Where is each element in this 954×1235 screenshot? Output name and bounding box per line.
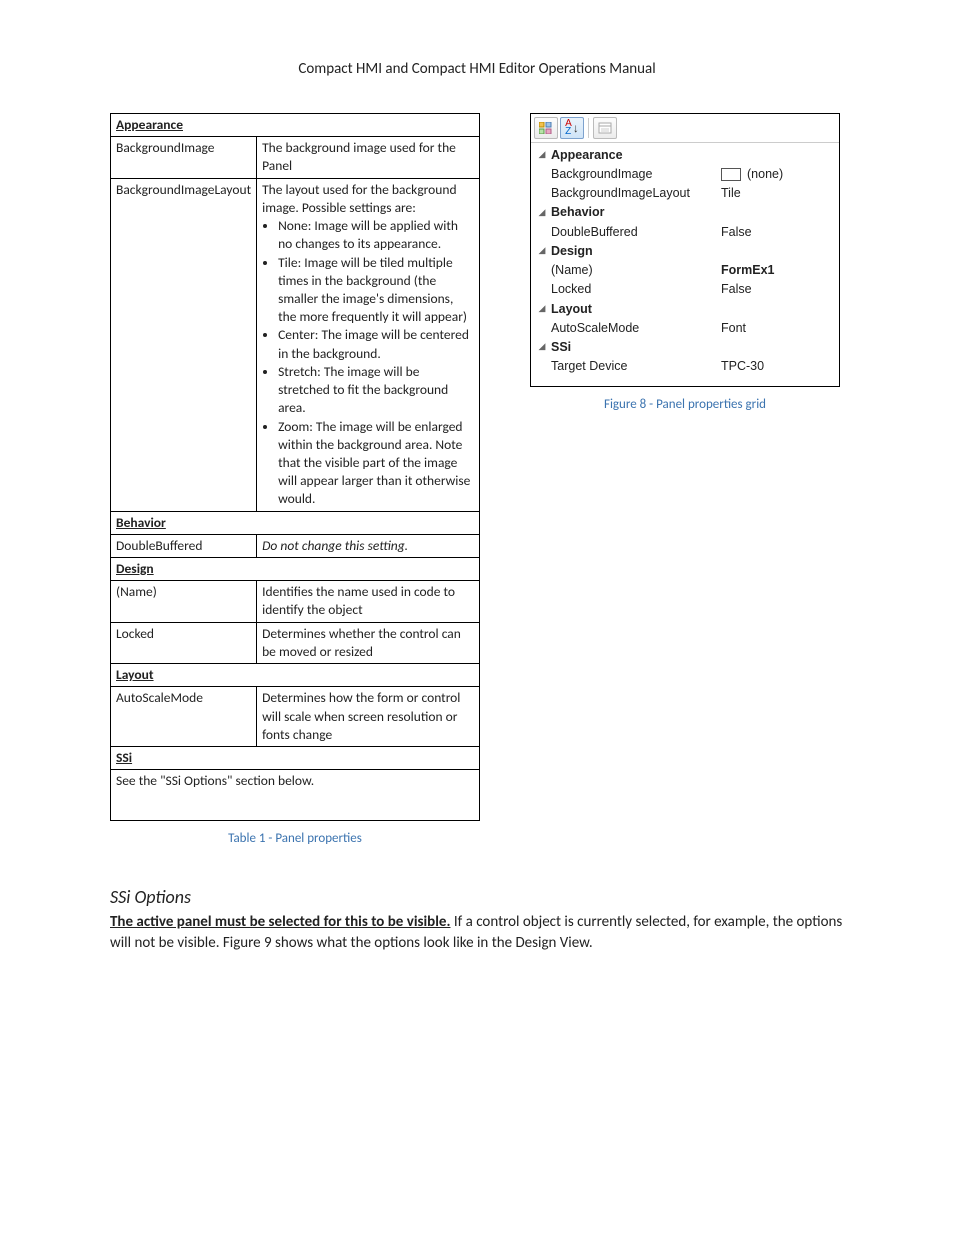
image-swatch-icon [721,168,741,181]
propgrid-row-doublebuffered[interactable]: DoubleBufferedFalse [531,222,839,241]
property-pages-icon[interactable] [593,117,617,139]
property-grid: AZ↓ ◢Appearance BackgroundImage(none) Ba… [530,113,840,387]
propgrid-row-bgimagelayout[interactable]: BackgroundImageLayoutTile [531,184,839,203]
collapse-icon[interactable]: ◢ [535,207,549,219]
row-locked-name: Locked [111,622,257,663]
collapse-icon[interactable]: ◢ [535,341,549,353]
list-item: None: Image will be applied with no chan… [278,217,474,253]
row-bgimagelayout-desc: The layout used for the background image… [257,178,480,511]
section-ssi: SSi [111,747,480,770]
collapse-icon[interactable]: ◢ [535,245,549,257]
row-ssi-text: See the "SSi Options" section below. [111,770,480,821]
table-caption: Table 1 - Panel properties [110,831,480,846]
row-doublebuffered-desc: Do not change this setting. [257,534,480,557]
propgrid-row-target[interactable]: Target DeviceTPC-30 [531,357,839,376]
collapse-icon[interactable]: ◢ [535,149,549,161]
alphabetical-icon[interactable]: AZ↓ [560,117,584,139]
propgrid-category-ssi[interactable]: ◢SSi [531,338,839,357]
propgrid-row-name[interactable]: (Name)FormEx1 [531,261,839,280]
page-header: Compact HMI and Compact HMI Editor Opera… [110,60,844,78]
ssi-options-heading: SSi Options [110,886,844,908]
section-design: Design [111,558,480,581]
list-item: Tile: Image will be tiled multiple times… [278,254,474,327]
section-layout: Layout [111,664,480,687]
row-name-name: (Name) [111,581,257,622]
propgrid-row-autoscale[interactable]: AutoScaleModeFont [531,318,839,337]
propgrid-row-bgimage[interactable]: BackgroundImage(none) [531,164,839,183]
propgrid-category-layout[interactable]: ◢Layout [531,299,839,318]
bgimagelayout-intro: The layout used for the background image… [262,181,456,216]
list-item: Stretch: The image will be stretched to … [278,363,474,418]
panel-properties-table: Appearance BackgroundImage The backgroun… [110,113,480,821]
propgrid-category-design[interactable]: ◢Design [531,241,839,260]
row-bgimage-desc: The background image used for the Panel [257,137,480,178]
propgrid-category-behavior[interactable]: ◢Behavior [531,203,839,222]
ssi-body-emphasis: The active panel must be selected for th… [110,913,450,931]
section-appearance: Appearance [111,114,480,137]
propgrid-row-locked[interactable]: LockedFalse [531,280,839,299]
ssi-options-body: The active panel must be selected for th… [110,912,844,954]
row-doublebuffered-name: DoubleBuffered [111,534,257,557]
categorized-icon[interactable] [534,117,558,139]
list-item: Center: The image will be centered in th… [278,326,474,362]
propgrid-toolbar: AZ↓ [531,114,839,143]
row-locked-desc: Determines whether the control can be mo… [257,622,480,663]
toolbar-separator [588,118,589,138]
row-autoscale-desc: Determines how the form or control will … [257,687,480,747]
row-bgimagelayout-name: BackgroundImageLayout [111,178,257,511]
section-behavior: Behavior [111,511,480,534]
figure-caption: Figure 8 - Panel properties grid [530,397,840,412]
row-name-desc: Identifies the name used in code to iden… [257,581,480,622]
propgrid-category-appearance[interactable]: ◢Appearance [531,145,839,164]
list-item: Zoom: The image will be enlarged within … [278,418,474,509]
row-bgimage-name: BackgroundImage [111,137,257,178]
row-autoscale-name: AutoScaleMode [111,687,257,747]
collapse-icon[interactable]: ◢ [535,303,549,315]
